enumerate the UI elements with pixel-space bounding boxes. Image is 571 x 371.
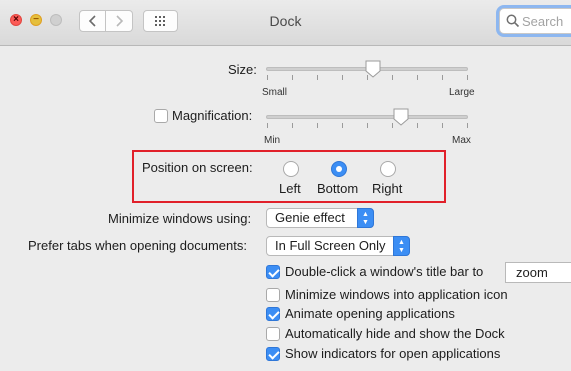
magnification-slider-thumb[interactable] (392, 107, 410, 127)
slider-tick (267, 123, 268, 128)
slider-tick (342, 75, 343, 80)
prefer-tabs-popup[interactable]: In Full Screen Only ▲ ▼ (266, 236, 410, 256)
slider-tick (417, 75, 418, 80)
position-bottom-radio[interactable] (331, 161, 347, 177)
magnification-slider-track[interactable] (266, 115, 468, 119)
position-right-label: Right (372, 181, 403, 196)
slider-tick (317, 123, 318, 128)
search-field[interactable] (499, 8, 571, 34)
double-click-checkbox[interactable] (266, 265, 280, 279)
slider-tick (392, 75, 393, 80)
slider-tick (342, 123, 343, 128)
position-left-radio[interactable] (283, 161, 299, 177)
position-bottom-label: Bottom (317, 181, 359, 196)
prefer-tabs-value: In Full Screen Only (275, 238, 386, 253)
popup-arrows-icon: ▲ ▼ (393, 236, 410, 256)
window-title: Dock (269, 13, 302, 29)
slider-tick (417, 123, 418, 128)
size-label: Size: (228, 62, 257, 77)
popup-arrows-icon: ▲ ▼ (357, 208, 374, 228)
minimize-effect-value: Genie effect (275, 210, 345, 225)
slider-tick (317, 75, 318, 80)
prefer-tabs-label: Prefer tabs when opening documents: (28, 238, 247, 253)
magnification-label: Magnification: (172, 108, 253, 123)
magnification-max-label: Max (452, 135, 471, 146)
slider-tick (467, 123, 468, 128)
search-input[interactable] (522, 12, 571, 30)
search-icon (506, 14, 520, 28)
slider-tick (442, 75, 443, 80)
position-left-label: Left (279, 181, 301, 196)
slider-tick (267, 75, 268, 80)
size-max-label: Large (449, 87, 475, 98)
minimize-effect-popup[interactable]: Genie effect ▲ ▼ (266, 208, 374, 228)
minimize-label: Minimize windows using: (108, 211, 252, 226)
magnification-min-label: Min (264, 135, 281, 146)
autohide-dock-checkbox[interactable] (266, 327, 280, 341)
show-indicators-label: Show indicators for open applications (285, 346, 501, 361)
double-click-action-field[interactable]: zoom (505, 262, 571, 283)
animate-apps-checkbox[interactable] (266, 307, 280, 321)
slider-tick (367, 123, 368, 128)
minimize-into-icon-label: Minimize windows into application icon (285, 287, 508, 302)
minimize-into-icon-checkbox[interactable] (266, 288, 280, 302)
double-click-label: Double-click a window's title bar to (285, 264, 484, 279)
show-indicators-checkbox[interactable] (266, 347, 280, 361)
size-slider-thumb[interactable] (364, 59, 382, 79)
autohide-dock-label: Automatically hide and show the Dock (285, 326, 505, 341)
slider-tick (467, 75, 468, 80)
animate-apps-label: Animate opening applications (285, 306, 455, 321)
slider-tick (442, 123, 443, 128)
size-min-label: Small (262, 87, 288, 98)
slider-tick (292, 75, 293, 80)
title-bar: × − Dock (0, 0, 571, 46)
magnification-checkbox[interactable] (154, 109, 168, 123)
slider-tick (292, 123, 293, 128)
position-label: Position on screen: (142, 160, 253, 175)
position-right-radio[interactable] (380, 161, 396, 177)
